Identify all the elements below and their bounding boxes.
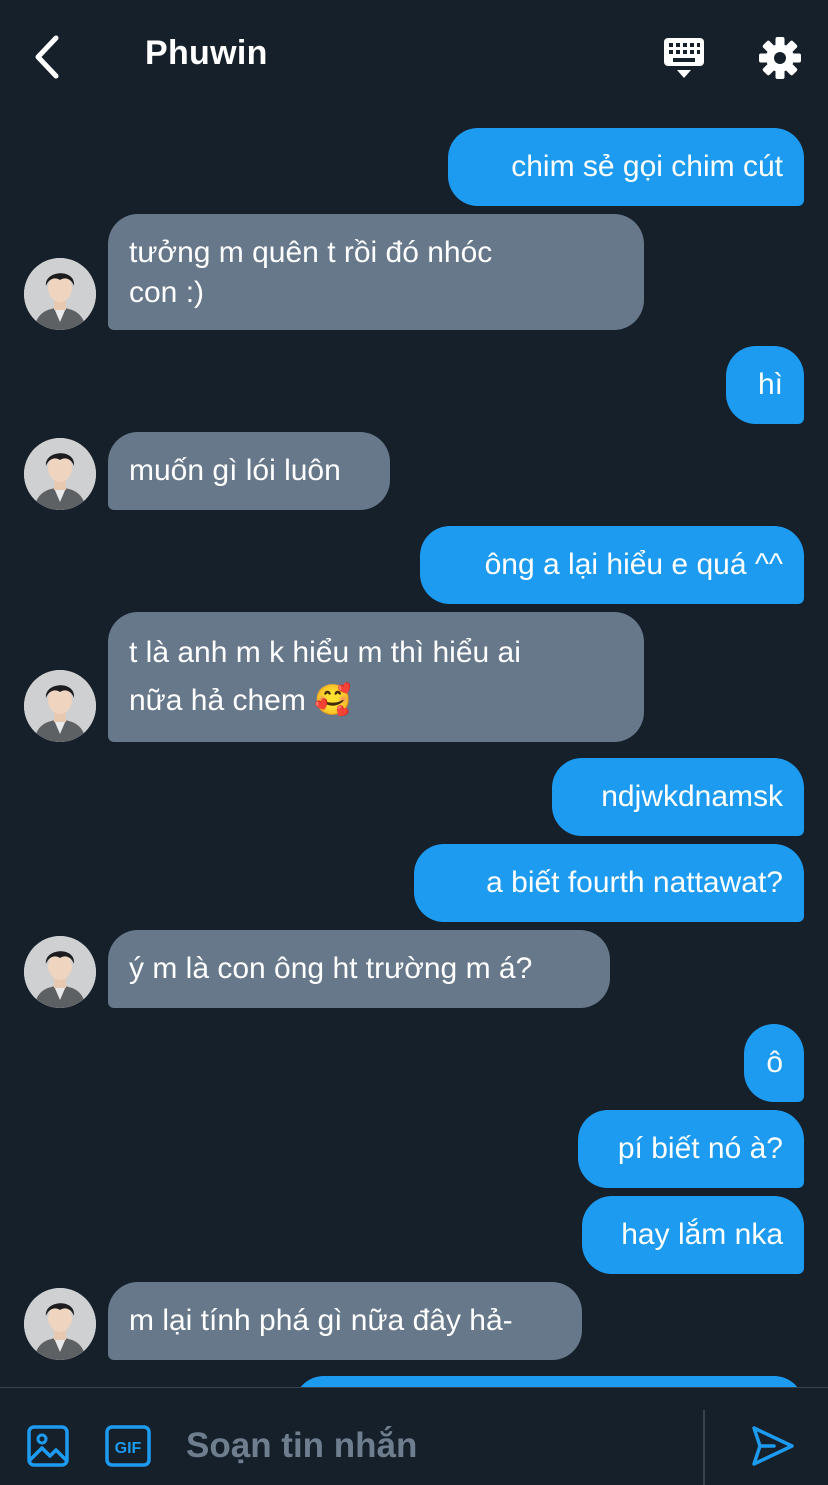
sent-message-bubble[interactable]: ô [744, 1024, 804, 1102]
gif-label: GIF [115, 1440, 142, 1457]
received-message-bubble[interactable]: tưởng m quên t rồi đó nhóc con :) [108, 214, 644, 330]
received-message-bubble[interactable]: m lại tính phá gì nữa đây hả- [108, 1282, 582, 1360]
keyboard-toggle-button[interactable] [660, 34, 708, 82]
send-button[interactable] [748, 1422, 796, 1470]
sent-message-bubble[interactable]: ndjwkdnamsk [552, 758, 804, 836]
sent-message-bubble[interactable]: chim sẻ gọi chim cút [448, 128, 804, 206]
received-message-bubble[interactable]: ý m là con ông ht trường m á? [108, 930, 610, 1008]
message-list[interactable]: chim sẻ gọi chim cút tưởng m quên t rồi … [0, 112, 828, 1387]
message-input[interactable] [184, 1410, 688, 1482]
contact-avatar[interactable] [24, 438, 96, 510]
contact-avatar[interactable] [24, 936, 96, 1008]
add-image-button[interactable] [26, 1424, 70, 1468]
add-gif-button[interactable]: GIF [104, 1424, 152, 1468]
dm-conversation-screen: Phuwin chim sẻ gọi chim cút tưởng m quên… [0, 0, 828, 1485]
sent-message-bubble[interactable]: hay lắm nka [582, 1196, 804, 1274]
contact-avatar[interactable] [24, 670, 96, 742]
chevron-left-icon [35, 35, 59, 79]
sent-message-bubble[interactable]: a biết fourth nattawat? [414, 844, 804, 922]
settings-button[interactable] [756, 34, 804, 82]
conversation-title[interactable]: Phuwin [145, 34, 268, 73]
back-button[interactable] [24, 30, 68, 84]
gear-icon [759, 37, 801, 79]
gif-icon: GIF [105, 1425, 151, 1467]
image-icon [27, 1425, 69, 1467]
sent-message-bubble[interactable] [294, 1376, 804, 1387]
conversation-header: Phuwin [0, 0, 828, 112]
received-message-bubble[interactable]: muốn gì lói luôn [108, 432, 390, 510]
keyboard-icon [664, 38, 704, 78]
send-icon [752, 1426, 794, 1466]
sent-message-bubble[interactable]: ông a lại hiểu e quá ^^ [420, 526, 804, 604]
sent-message-bubble[interactable]: hì [726, 346, 804, 424]
contact-avatar[interactable] [24, 258, 96, 330]
contact-avatar[interactable] [24, 1288, 96, 1360]
sent-message-bubble[interactable]: pí biết nó à? [578, 1110, 804, 1188]
composer-divider [703, 1410, 705, 1485]
received-message-bubble[interactable]: t là anh m k hiểu m thì hiểu ai nữa hả c… [108, 612, 644, 742]
message-composer: GIF [0, 1387, 828, 1485]
